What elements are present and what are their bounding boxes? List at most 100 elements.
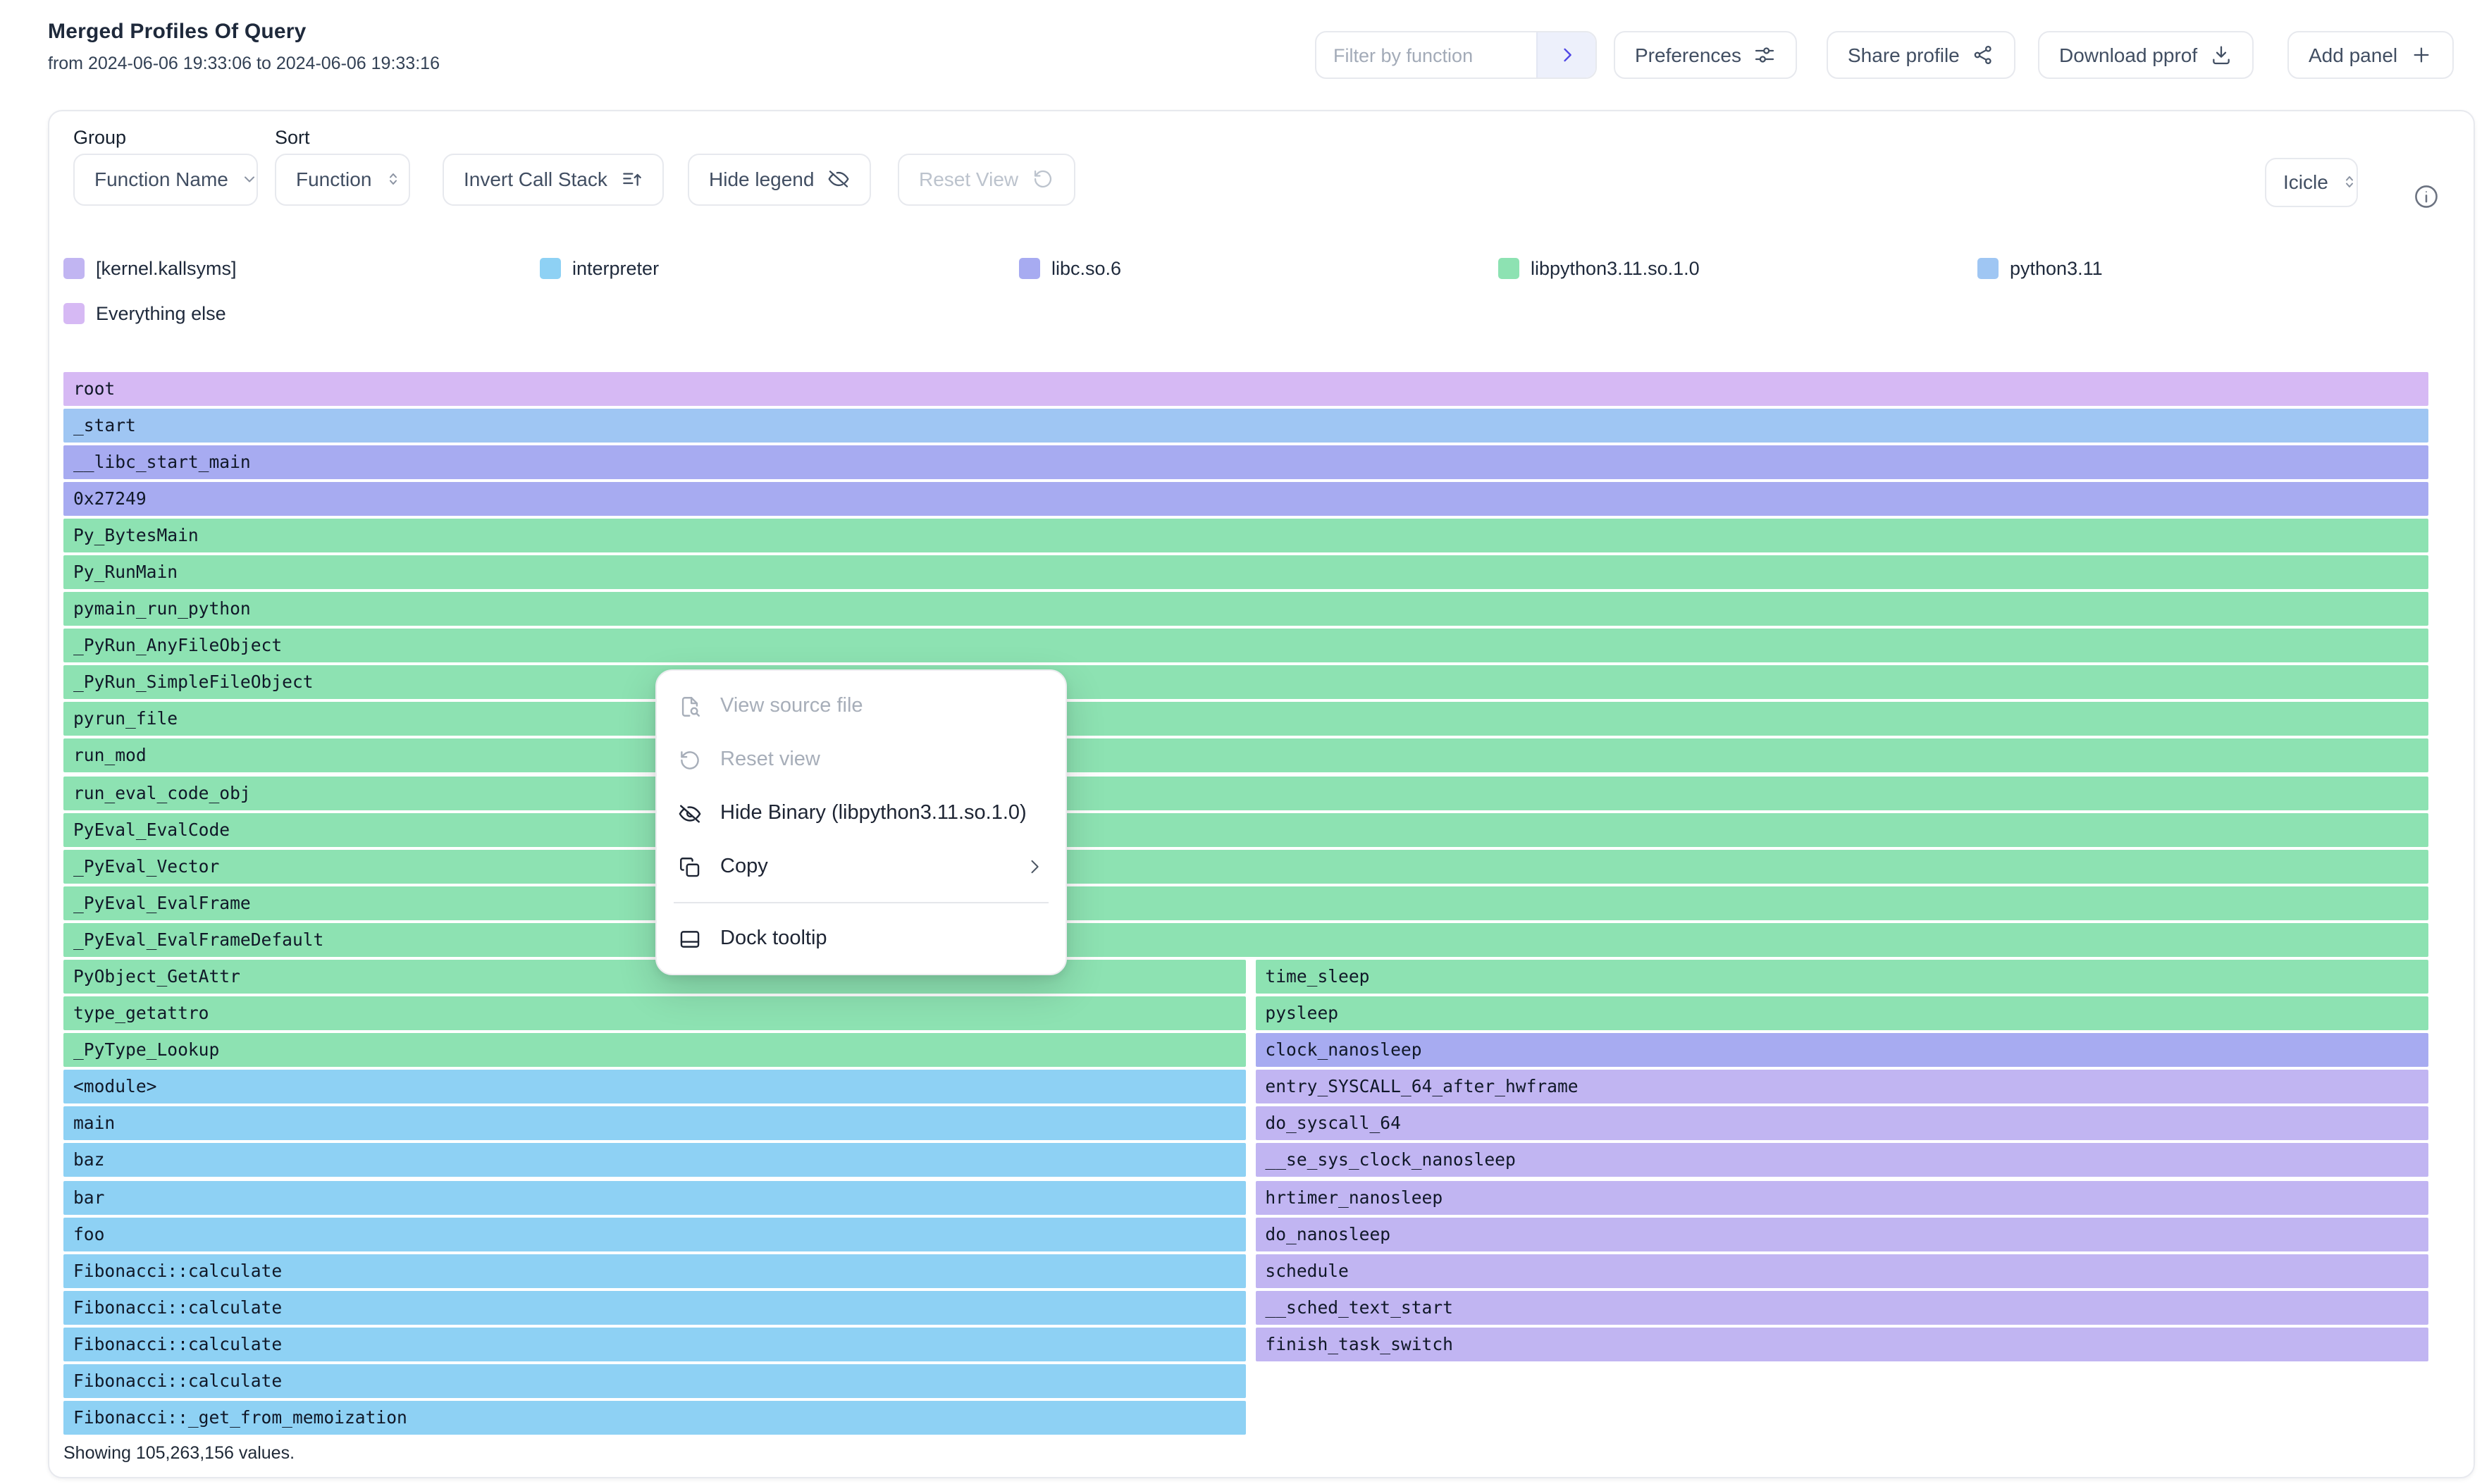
- frame[interactable]: schedule: [1255, 1254, 2428, 1288]
- frame[interactable]: <module>: [63, 1070, 1246, 1104]
- frame[interactable]: 0x27249: [63, 482, 2428, 516]
- file-search-icon: [678, 694, 702, 718]
- download-icon: [2210, 44, 2232, 66]
- flame-row: bar hrtimer_nanosleep: [63, 1180, 2428, 1214]
- add-panel-button[interactable]: Add panel: [2287, 31, 2454, 79]
- frame[interactable]: __sched_text_start: [1255, 1291, 2428, 1325]
- legend-item: interpreter: [540, 257, 659, 280]
- frame[interactable]: clock_nanosleep: [1255, 1033, 2428, 1067]
- menu-separator: [674, 902, 1049, 903]
- menu-item-label: Hide Binary (libpython3.11.so.1.0): [720, 802, 1027, 824]
- flame-row: pymain_run_python: [63, 592, 2428, 626]
- info-icon: [2413, 183, 2440, 209]
- frame[interactable]: _PyEval_EvalFrame: [63, 886, 2428, 920]
- frame[interactable]: run_mod: [63, 739, 2428, 773]
- frame[interactable]: hrtimer_nanosleep: [1255, 1180, 2428, 1214]
- frame[interactable]: Fibonacci::calculate: [63, 1254, 1246, 1288]
- context-menu: View source file Reset view Hide Binary …: [655, 669, 1067, 975]
- frame[interactable]: foo: [63, 1217, 1246, 1251]
- frame[interactable]: _PyEval_EvalFrameDefault: [63, 923, 2428, 957]
- menu-item-reset-view: Reset view: [657, 733, 1066, 786]
- frame[interactable]: PyObject_GetAttr: [63, 960, 1246, 994]
- frame[interactable]: Fibonacci::_get_from_memoization: [63, 1401, 1246, 1435]
- legend-label: libpython3.11.so.1.0: [1531, 258, 1700, 279]
- frame[interactable]: entry_SYSCALL_64_after_hwframe: [1255, 1070, 2428, 1104]
- info-button[interactable]: [2413, 183, 2440, 216]
- frame[interactable]: __libc_start_main: [63, 445, 2428, 478]
- frame[interactable]: do_syscall_64: [1255, 1107, 2428, 1141]
- menu-item-hide-binary[interactable]: Hide Binary (libpython3.11.so.1.0): [657, 786, 1066, 840]
- profile-panel: Group Sort Function Name Function Invert…: [48, 109, 2474, 1478]
- panel-bottom-icon: [678, 927, 702, 951]
- view-mode-select[interactable]: Icicle: [2265, 157, 2358, 206]
- group-by-select[interactable]: Function Name: [73, 153, 258, 205]
- frame[interactable]: pyrun_file: [63, 703, 2428, 736]
- frame[interactable]: time_sleep: [1255, 960, 2428, 994]
- app-window: Merged Profiles Of Query from 2024-06-06…: [0, 0, 2489, 1484]
- flame-row: run_mod: [63, 739, 2428, 773]
- view-mode-value: Icicle: [2283, 171, 2328, 193]
- flame-row: Py_RunMain: [63, 555, 2428, 589]
- menu-item-copy[interactable]: Copy: [657, 840, 1066, 894]
- frame[interactable]: run_eval_code_obj: [63, 776, 2428, 810]
- share-icon: [1972, 44, 1995, 66]
- flame-row: __libc_start_main: [63, 445, 2428, 478]
- preferences-button[interactable]: Preferences: [1614, 31, 1798, 79]
- frame[interactable]: pymain_run_python: [63, 592, 2428, 626]
- frame[interactable]: Fibonacci::calculate: [63, 1328, 1246, 1361]
- frame[interactable]: main: [63, 1107, 1246, 1141]
- frame[interactable]: Fibonacci::calculate: [63, 1364, 1246, 1398]
- frame[interactable]: pysleep: [1255, 996, 2428, 1030]
- frame[interactable]: _PyRun_AnyFileObject: [63, 629, 2428, 662]
- legend-label: [kernel.kallsyms]: [96, 258, 237, 279]
- frame[interactable]: _PyType_Lookup: [63, 1033, 1246, 1067]
- invert-call-stack-button[interactable]: Invert Call Stack: [443, 153, 664, 205]
- flame-row: Fibonacci::_get_from_memoization: [63, 1401, 2428, 1435]
- frame[interactable]: _start: [63, 408, 2428, 442]
- flame-row: root: [63, 371, 2428, 405]
- menu-item-dock-tooltip[interactable]: Dock tooltip: [657, 912, 1066, 965]
- sort-by-select[interactable]: Function: [275, 153, 410, 205]
- legend-item: [kernel.kallsyms]: [63, 257, 237, 280]
- frame[interactable]: baz: [63, 1144, 1246, 1177]
- frame[interactable]: __se_sys_clock_nanosleep: [1255, 1144, 2428, 1177]
- flame-row: Fibonacci::calculate: [63, 1364, 2428, 1398]
- frame[interactable]: do_nanosleep: [1255, 1217, 2428, 1251]
- frame[interactable]: type_getattro: [63, 996, 1246, 1030]
- frame[interactable]: _PyRun_SimpleFileObject: [63, 666, 2428, 700]
- sliders-icon: [1754, 44, 1777, 66]
- frame[interactable]: PyEval_EvalCode: [63, 812, 2428, 846]
- menu-item-label: View source file: [720, 695, 863, 717]
- flame-row: 0x27249: [63, 482, 2428, 516]
- menu-item-label: Copy: [720, 855, 768, 878]
- filter-submit-button[interactable]: [1536, 32, 1595, 78]
- filter-by-function-group: [1315, 31, 1597, 79]
- reset-view-label: Reset View: [919, 168, 1018, 190]
- eye-off-icon: [827, 168, 849, 190]
- chevrons-up-down-icon: [2341, 173, 2358, 190]
- page-title: Merged Profiles Of Query: [48, 20, 307, 44]
- frame[interactable]: Fibonacci::calculate: [63, 1291, 1246, 1325]
- group-by-value: Function Name: [94, 168, 228, 190]
- download-pprof-button[interactable]: Download pprof: [2038, 31, 2254, 79]
- reset-view-button: Reset View: [898, 153, 1075, 205]
- rotate-ccw-icon: [1031, 168, 1054, 190]
- share-profile-button[interactable]: Share profile: [1827, 31, 2016, 79]
- frame[interactable]: Py_RunMain: [63, 555, 2428, 589]
- legend-item: libc.so.6: [1019, 257, 1121, 280]
- filter-input[interactable]: [1316, 32, 1536, 78]
- copy-icon: [678, 855, 702, 879]
- frame[interactable]: bar: [63, 1180, 1246, 1214]
- flame-row: _PyRun_SimpleFileObject: [63, 666, 2428, 700]
- frame[interactable]: finish_task_switch: [1255, 1328, 2428, 1361]
- legend-label: Everything else: [96, 303, 226, 324]
- flame-row: Py_BytesMain: [63, 519, 2428, 552]
- frame[interactable]: Py_BytesMain: [63, 519, 2428, 552]
- share-profile-label: Share profile: [1848, 44, 1960, 66]
- flame-row: foo do_nanosleep: [63, 1217, 2428, 1251]
- hide-legend-button[interactable]: Hide legend: [688, 153, 870, 205]
- chevron-right-icon: [1557, 45, 1576, 65]
- sort-ascending-icon: [620, 168, 643, 190]
- frame[interactable]: root: [63, 371, 2428, 405]
- frame[interactable]: _PyEval_Vector: [63, 849, 2428, 883]
